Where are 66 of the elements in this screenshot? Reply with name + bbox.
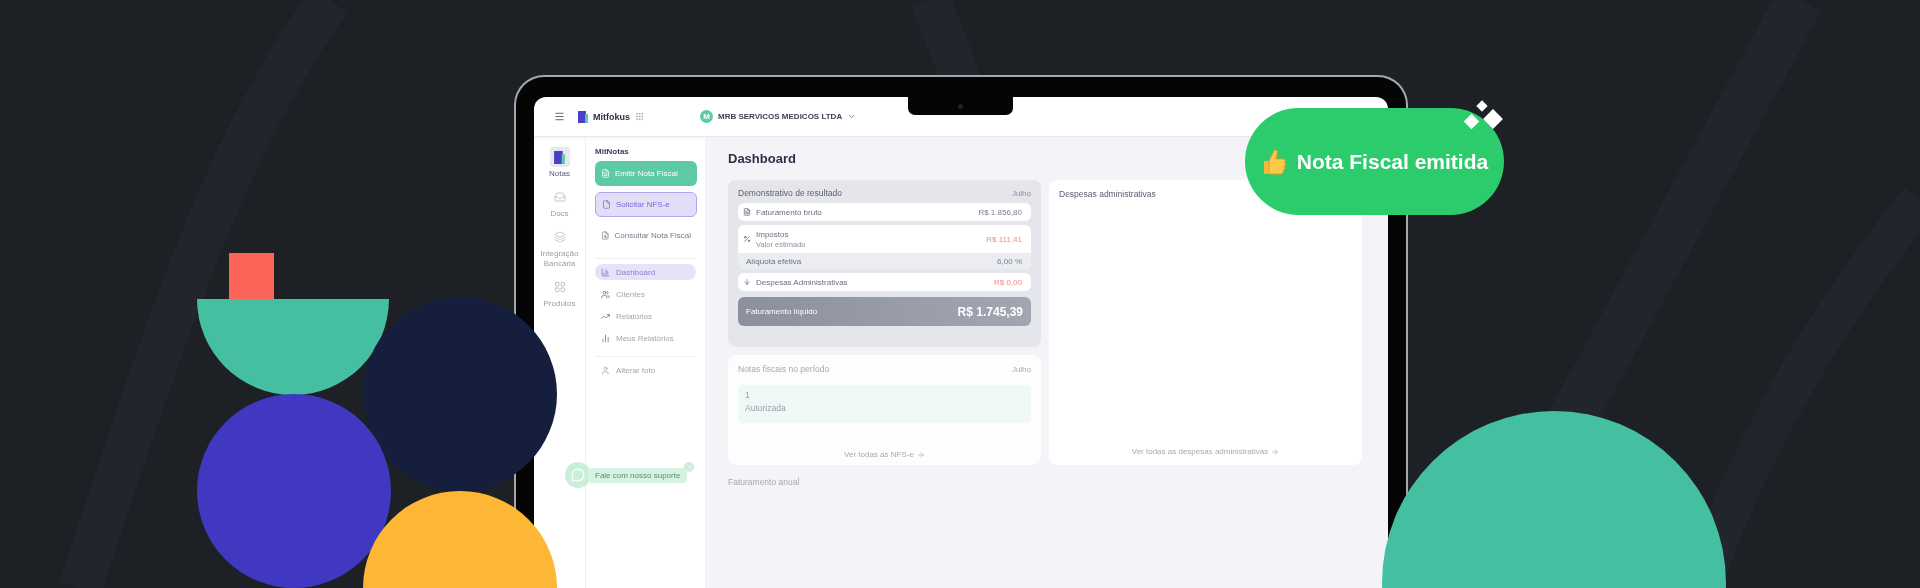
apps-grid-icon[interactable] — [635, 112, 644, 121]
logo-icon — [553, 150, 566, 164]
section-title: Faturamento anual — [728, 477, 800, 487]
chat-icon — [571, 468, 585, 482]
nav-item[interactable]: Meus Relatórios — [595, 330, 696, 346]
net-value: R$ 1.745,39 — [957, 304, 1023, 319]
arrow-right-icon — [916, 450, 925, 459]
chevron-down-icon[interactable] — [847, 112, 857, 121]
net-label: Faturamento líquido — [746, 307, 818, 316]
page-title: Dashboard — [728, 151, 796, 166]
period-label: Julho — [1011, 364, 1031, 374]
nav-item[interactable]: Dashboard — [595, 264, 696, 280]
action-button[interactable]: Emitir Nota Fiscal — [595, 161, 697, 186]
percent-icon — [743, 235, 751, 243]
nav-item[interactable]: Clientes — [595, 286, 696, 302]
row-label: Impostos — [756, 229, 790, 239]
menu-icon[interactable] — [554, 111, 565, 122]
row-value: R$ 0,00 — [993, 277, 1022, 287]
arrow-down-icon — [743, 278, 751, 286]
camera-icon — [958, 103, 963, 109]
rail-label: Integração Bancária — [539, 249, 580, 268]
person-icon — [601, 365, 610, 375]
row-label: Alíquota efetiva — [746, 256, 803, 266]
period-label: Julho — [1011, 188, 1031, 198]
rail-label: Produtos — [543, 298, 576, 308]
row-label: Faturamento bruto — [756, 207, 823, 217]
nav-item[interactable]: Alterar foto — [595, 362, 696, 378]
logo-icon — [577, 110, 589, 123]
document-icon — [602, 200, 611, 209]
grid-icon — [553, 280, 566, 293]
chat-button[interactable] — [565, 462, 591, 488]
status-count: 1 — [745, 390, 750, 400]
square-shape — [229, 253, 274, 299]
card-title: Demonstrativo de resultado — [738, 188, 842, 198]
layers-icon — [553, 231, 566, 244]
company-name[interactable]: MRB SERVICOS MEDICOS LTDA — [718, 112, 843, 121]
rail-item[interactable] — [549, 147, 570, 167]
document-search-icon — [601, 231, 610, 240]
view-all-link[interactable]: Ver todas as despesas administrativas — [1131, 447, 1280, 456]
tray-icon — [553, 191, 566, 204]
card-title: Notas fiscais no período — [738, 364, 830, 374]
row-value: R$ 1.856,80 — [978, 207, 1022, 217]
row-value: R$ 111,41 — [986, 234, 1022, 244]
rail-label: Notas — [549, 169, 570, 179]
report-icon — [601, 333, 610, 343]
people-icon — [601, 289, 610, 299]
row-label: Despesas Administrativas — [756, 277, 849, 287]
nav-item[interactable]: Relatórios — [595, 308, 696, 324]
support-label[interactable]: Fale com nosso suporte — [588, 467, 688, 483]
bar-chart-icon — [601, 267, 610, 277]
app-name: Mitfokus — [593, 111, 630, 122]
rail-label: Docs — [550, 209, 569, 219]
view-all-link[interactable]: Ver todas as NFS-e — [844, 450, 925, 459]
section-title: MitNotas — [595, 147, 630, 156]
trend-line-icon — [601, 311, 610, 321]
row-value: 6,00 % — [997, 256, 1022, 266]
arrow-right-icon — [1271, 447, 1280, 456]
document-icon — [743, 208, 751, 216]
action-button[interactable]: Solicitar NFS-e — [595, 192, 697, 217]
badge-label: Nota Fiscal emitida — [1296, 149, 1489, 174]
action-button[interactable]: Consultar Nota Fiscal — [595, 223, 697, 248]
status-label: Autorizada — [745, 403, 786, 413]
company-avatar: M — [700, 110, 713, 123]
close-icon[interactable] — [684, 462, 695, 472]
document-icon — [601, 169, 610, 178]
card-title: Despesas administrativas — [1059, 189, 1157, 199]
